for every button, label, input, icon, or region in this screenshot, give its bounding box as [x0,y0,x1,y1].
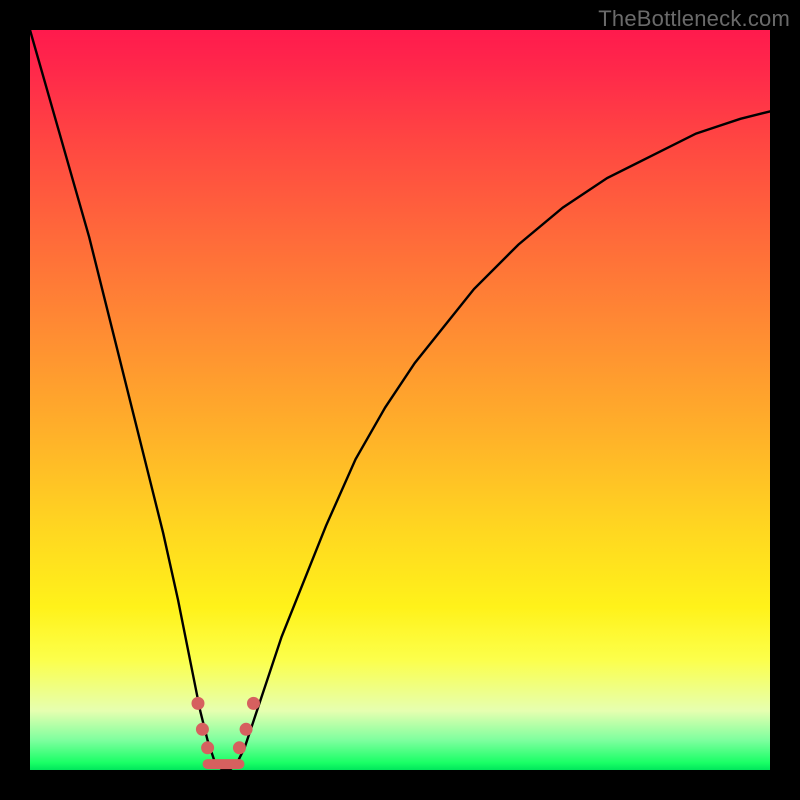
plot-area [30,30,770,770]
curve-markers [191,697,259,754]
right-hook-dot-1 [233,741,246,754]
left-hook-dot-2 [196,723,209,736]
attribution-watermark: TheBottleneck.com [598,6,790,32]
bottleneck-chart [30,30,770,770]
right-hook-dot-2 [240,723,253,736]
left-hook-dot-1 [191,697,204,710]
bottleneck-curve [30,30,770,770]
left-hook-dot-3 [201,741,214,754]
right-hook-dot-3 [247,697,260,710]
